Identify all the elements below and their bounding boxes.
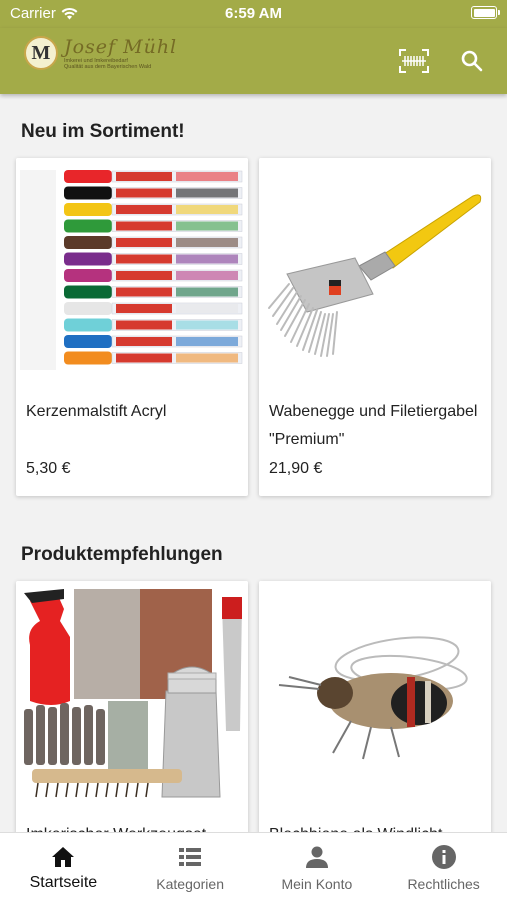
tab-rechtliches[interactable]: Rechtliches bbox=[380, 833, 507, 900]
product-title: Wabenegge und Filetiergabel "Premium" bbox=[269, 403, 478, 448]
tab-kategorien[interactable]: Kategorien bbox=[127, 833, 254, 900]
search-icon bbox=[461, 50, 483, 72]
home-icon bbox=[52, 847, 75, 867]
section-title-new: Neu im Sortiment! bbox=[21, 121, 185, 142]
product-title: Imkerischer Werkzeugset bbox=[26, 821, 240, 832]
tab-startseite[interactable]: Startseite bbox=[0, 833, 127, 900]
product-card[interactable]: Blechbiene als Windlicht bbox=[259, 581, 491, 832]
tab-label: Mein Konto bbox=[281, 876, 353, 892]
product-card[interactable]: Imkerischer Werkzeugset bbox=[16, 581, 248, 832]
tab-mein-konto[interactable]: Mein Konto bbox=[254, 833, 381, 900]
battery-icon bbox=[471, 6, 500, 19]
barcode-scan-icon bbox=[399, 49, 429, 73]
bottom-tab-bar: Startseite Kategorien Mein Konto Rechtli… bbox=[0, 832, 507, 900]
status-bar: Carrier 6:59 AM bbox=[0, 0, 507, 28]
tab-label: Startseite bbox=[29, 874, 98, 891]
product-price: 21,90 € bbox=[269, 460, 323, 477]
tab-label: Kategorien bbox=[156, 876, 224, 892]
product-price: 5,30 € bbox=[26, 460, 71, 477]
product-image bbox=[259, 158, 491, 376]
barcode-scan-button[interactable] bbox=[397, 44, 431, 78]
logo-badge: M bbox=[24, 36, 58, 70]
list-icon bbox=[179, 848, 202, 866]
product-image bbox=[259, 581, 491, 799]
product-card[interactable]: Kerzenmalstift Acryl 5,30 € bbox=[16, 158, 248, 496]
home-content[interactable]: Neu im Sortiment! Kerzenmalstift Acryl 5… bbox=[0, 94, 507, 832]
product-image bbox=[16, 158, 248, 376]
product-title: Blechbiene als Windlicht bbox=[269, 821, 483, 832]
logo-name: Josef Mühl bbox=[64, 36, 178, 58]
product-card[interactable]: Wabenegge und Filetiergabel "Premium" 21… bbox=[259, 158, 491, 496]
search-button[interactable] bbox=[455, 44, 489, 78]
info-icon bbox=[431, 845, 456, 869]
person-icon bbox=[305, 846, 328, 868]
brand-logo[interactable]: M Josef Mühl Imkerei und Imkereibedarf Q… bbox=[24, 36, 177, 70]
tab-label: Rechtliches bbox=[407, 876, 480, 892]
product-title: Kerzenmalstift Acryl bbox=[26, 403, 167, 420]
section-title-recommended: Produktempfehlungen bbox=[21, 544, 223, 565]
product-image bbox=[16, 581, 248, 799]
app-header: M Josef Mühl Imkerei und Imkereibedarf Q… bbox=[0, 28, 507, 94]
logo-tagline-2: Qualität aus dem Bayerischen Wald bbox=[64, 64, 152, 70]
clock: 6:59 AM bbox=[225, 5, 282, 22]
